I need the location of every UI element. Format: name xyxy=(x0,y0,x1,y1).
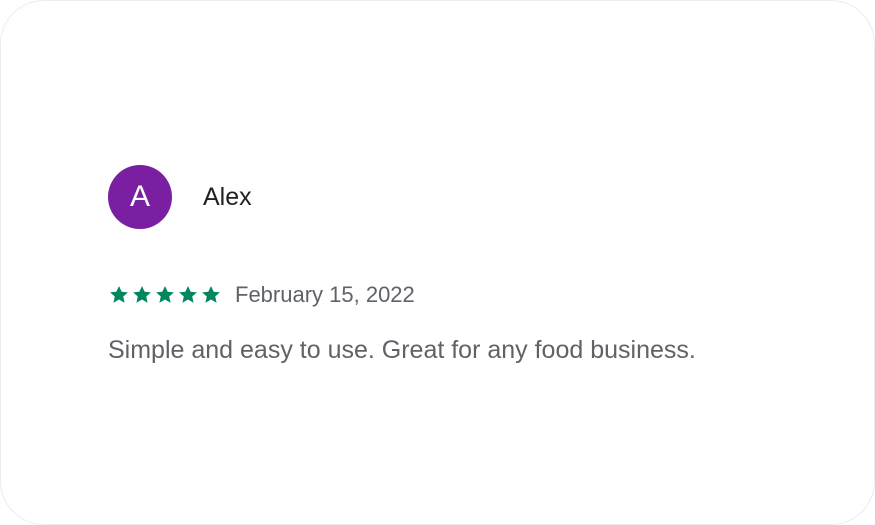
review-date: February 15, 2022 xyxy=(235,282,415,307)
reviewer-name: Alex xyxy=(203,182,252,211)
star-icon xyxy=(200,284,222,306)
avatar-initial: A xyxy=(129,180,150,213)
review-text: Simple and easy to use. Great for any fo… xyxy=(108,336,696,364)
review-screen: A Alex February 15, 2022 Simple and easy… xyxy=(0,0,875,525)
review-card: A Alex February 15, 2022 Simple and easy… xyxy=(108,165,828,366)
avatar: A xyxy=(108,165,172,229)
star-icon xyxy=(154,284,176,306)
reviewer-row: A Alex xyxy=(108,165,828,229)
rating-row: February 15, 2022 xyxy=(108,281,828,309)
star-icon xyxy=(177,284,199,306)
star-rating xyxy=(108,284,222,306)
star-icon xyxy=(131,284,153,306)
star-icon xyxy=(108,284,130,306)
